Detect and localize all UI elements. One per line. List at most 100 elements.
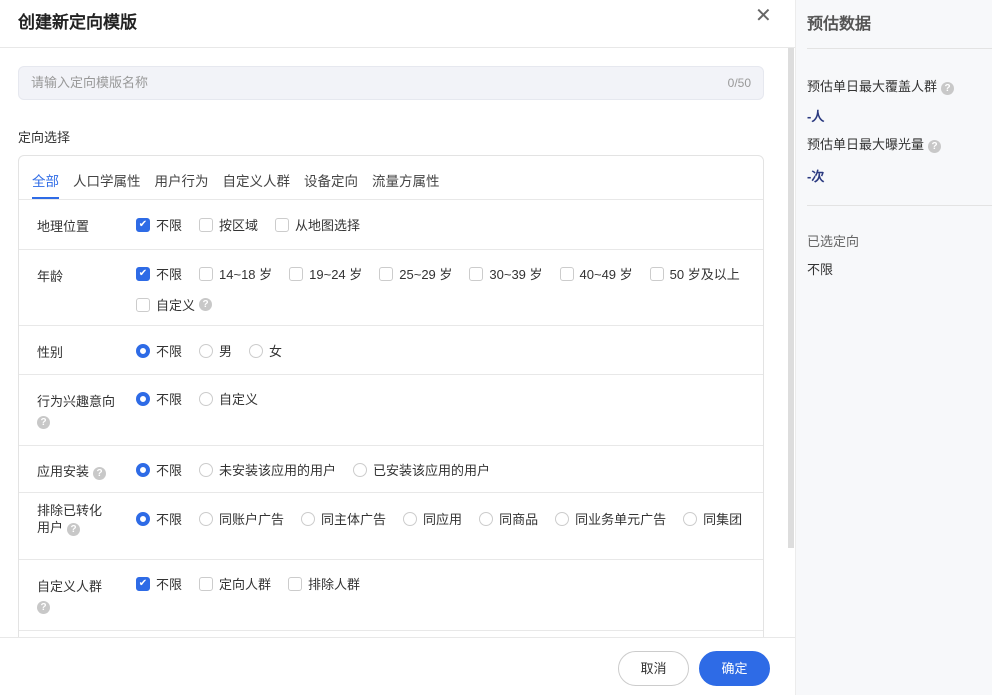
checkbox-option[interactable]: 40~49 岁 <box>560 264 633 283</box>
checkbox[interactable] <box>650 267 664 281</box>
checkbox-option[interactable]: ✔不限 <box>136 215 182 234</box>
row-label: 地理位置 <box>37 218 117 235</box>
radio[interactable] <box>683 512 697 526</box>
radio[interactable] <box>403 512 417 526</box>
checkbox-option[interactable]: 30~39 岁 <box>469 264 542 283</box>
checkbox[interactable] <box>199 218 213 232</box>
radio[interactable] <box>199 344 213 358</box>
tab-behavior[interactable]: 用户行为 <box>155 156 209 199</box>
radio-option[interactable]: 同商品 <box>479 509 538 528</box>
help-icon[interactable]: ? <box>37 416 50 429</box>
checkbox-option[interactable]: 50 岁及以上 <box>650 264 740 283</box>
radio[interactable] <box>353 463 367 477</box>
row-gender: 性别 不限男女 <box>19 326 763 375</box>
option-label: 同业务单元广告 <box>575 509 666 528</box>
cancel-button[interactable]: 取消 <box>618 651 689 686</box>
radio[interactable] <box>555 512 569 526</box>
checkbox[interactable]: ✔ <box>136 577 150 591</box>
tab-all[interactable]: 全部 <box>32 156 59 199</box>
option-label: 30~39 岁 <box>489 264 542 283</box>
radio[interactable] <box>136 463 150 477</box>
radio[interactable] <box>301 512 315 526</box>
help-icon[interactable]: ? <box>928 140 941 153</box>
option-label: 19~24 岁 <box>309 264 362 283</box>
option-label: 不限 <box>156 389 182 408</box>
checkbox[interactable] <box>469 267 483 281</box>
option-label: 按区域 <box>219 215 258 234</box>
reach-value: -人 <box>807 106 824 125</box>
row-custom-audience: 自定义人群? ✔不限定向人群排除人群 <box>19 560 763 631</box>
radio[interactable] <box>479 512 493 526</box>
checkbox-option[interactable]: 19~24 岁 <box>289 264 362 283</box>
checkbox[interactable] <box>199 577 213 591</box>
checkbox-option[interactable]: 按区域 <box>199 215 258 234</box>
option-label: 40~49 岁 <box>580 264 633 283</box>
template-name-input[interactable]: 请输入定向模版名称 0/50 <box>18 66 764 100</box>
row-label: 性别 <box>37 344 117 361</box>
tab-demographics[interactable]: 人口学属性 <box>73 156 141 199</box>
estimate-panel: 预估数据 预估单日最大覆盖人群? -人 预估单日最大曝光量? -次 已选定向 不… <box>795 0 992 695</box>
radio-option[interactable]: 同业务单元广告 <box>555 509 666 528</box>
radio[interactable] <box>136 512 150 526</box>
checkbox-option[interactable]: 排除人群 <box>288 574 360 593</box>
option-label: 不限 <box>156 460 182 479</box>
radio[interactable] <box>199 463 213 477</box>
close-icon[interactable]: ✕ <box>755 3 772 28</box>
tab-traffic[interactable]: 流量方属性 <box>372 156 440 199</box>
radio[interactable] <box>136 392 150 406</box>
row-label-wrap: 行为兴趣意向? <box>37 393 117 429</box>
row-label: 应用安装 <box>37 464 89 479</box>
checkbox[interactable]: ✔ <box>136 267 150 281</box>
modal-title: 创建新定向模版 <box>18 8 137 33</box>
radio-option[interactable]: 已安装该应用的用户 <box>353 460 490 479</box>
checkbox[interactable]: ✔ <box>136 218 150 232</box>
radio-option[interactable]: 未安装该应用的用户 <box>199 460 336 479</box>
help-icon[interactable]: ? <box>93 467 106 480</box>
radio-option[interactable]: 同应用 <box>403 509 462 528</box>
option-label: 同集团 <box>703 509 742 528</box>
radio-option[interactable]: 不限 <box>136 389 182 408</box>
radio-option[interactable]: 不限 <box>136 341 182 360</box>
radio-option[interactable]: 同主体广告 <box>301 509 386 528</box>
checkbox-option[interactable]: 14~18 岁 <box>199 264 272 283</box>
checkbox[interactable] <box>289 267 303 281</box>
help-icon[interactable]: ? <box>941 82 954 95</box>
option-label: 同应用 <box>423 509 462 528</box>
checkbox-option[interactable]: 从地图选择 <box>275 215 360 234</box>
radio-option[interactable]: 同集团 <box>683 509 742 528</box>
radio-option[interactable]: 自定义 <box>199 389 258 408</box>
help-icon[interactable]: ? <box>199 298 212 311</box>
checkbox[interactable] <box>288 577 302 591</box>
tab-device[interactable]: 设备定向 <box>304 156 358 199</box>
checkbox[interactable] <box>560 267 574 281</box>
help-icon[interactable]: ? <box>37 601 50 614</box>
option-label: 不限 <box>156 264 182 283</box>
radio[interactable] <box>199 512 213 526</box>
option-label: 14~18 岁 <box>219 264 272 283</box>
option-label: 未安装该应用的用户 <box>219 460 336 479</box>
radio-option[interactable]: 同账户广告 <box>199 509 284 528</box>
confirm-button[interactable]: 确定 <box>699 651 770 686</box>
radio-option[interactable]: 男 <box>199 341 232 360</box>
radio[interactable] <box>199 392 213 406</box>
selected-value: 不限 <box>807 259 833 278</box>
radio[interactable] <box>249 344 263 358</box>
scrollbar[interactable] <box>788 48 794 548</box>
radio[interactable] <box>136 344 150 358</box>
checkbox[interactable] <box>136 298 150 312</box>
checkbox-option[interactable]: ✔不限 <box>136 574 182 593</box>
checkbox[interactable] <box>199 267 213 281</box>
option-label: 已安装该应用的用户 <box>373 460 490 479</box>
tab-custom-audience[interactable]: 自定义人群 <box>223 156 291 199</box>
radio-option[interactable]: 不限 <box>136 509 182 528</box>
help-icon[interactable]: ? <box>67 523 80 536</box>
checkbox[interactable] <box>275 218 289 232</box>
radio-option[interactable]: 女 <box>249 341 282 360</box>
checkbox-option[interactable]: 定向人群 <box>199 574 271 593</box>
checkbox-option[interactable]: 25~29 岁 <box>379 264 452 283</box>
selected-label: 已选定向 <box>807 231 859 250</box>
checkbox-option[interactable]: 自定义? <box>136 295 212 314</box>
checkbox[interactable] <box>379 267 393 281</box>
checkbox-option[interactable]: ✔ 不限 <box>136 264 182 283</box>
radio-option[interactable]: 不限 <box>136 460 182 479</box>
